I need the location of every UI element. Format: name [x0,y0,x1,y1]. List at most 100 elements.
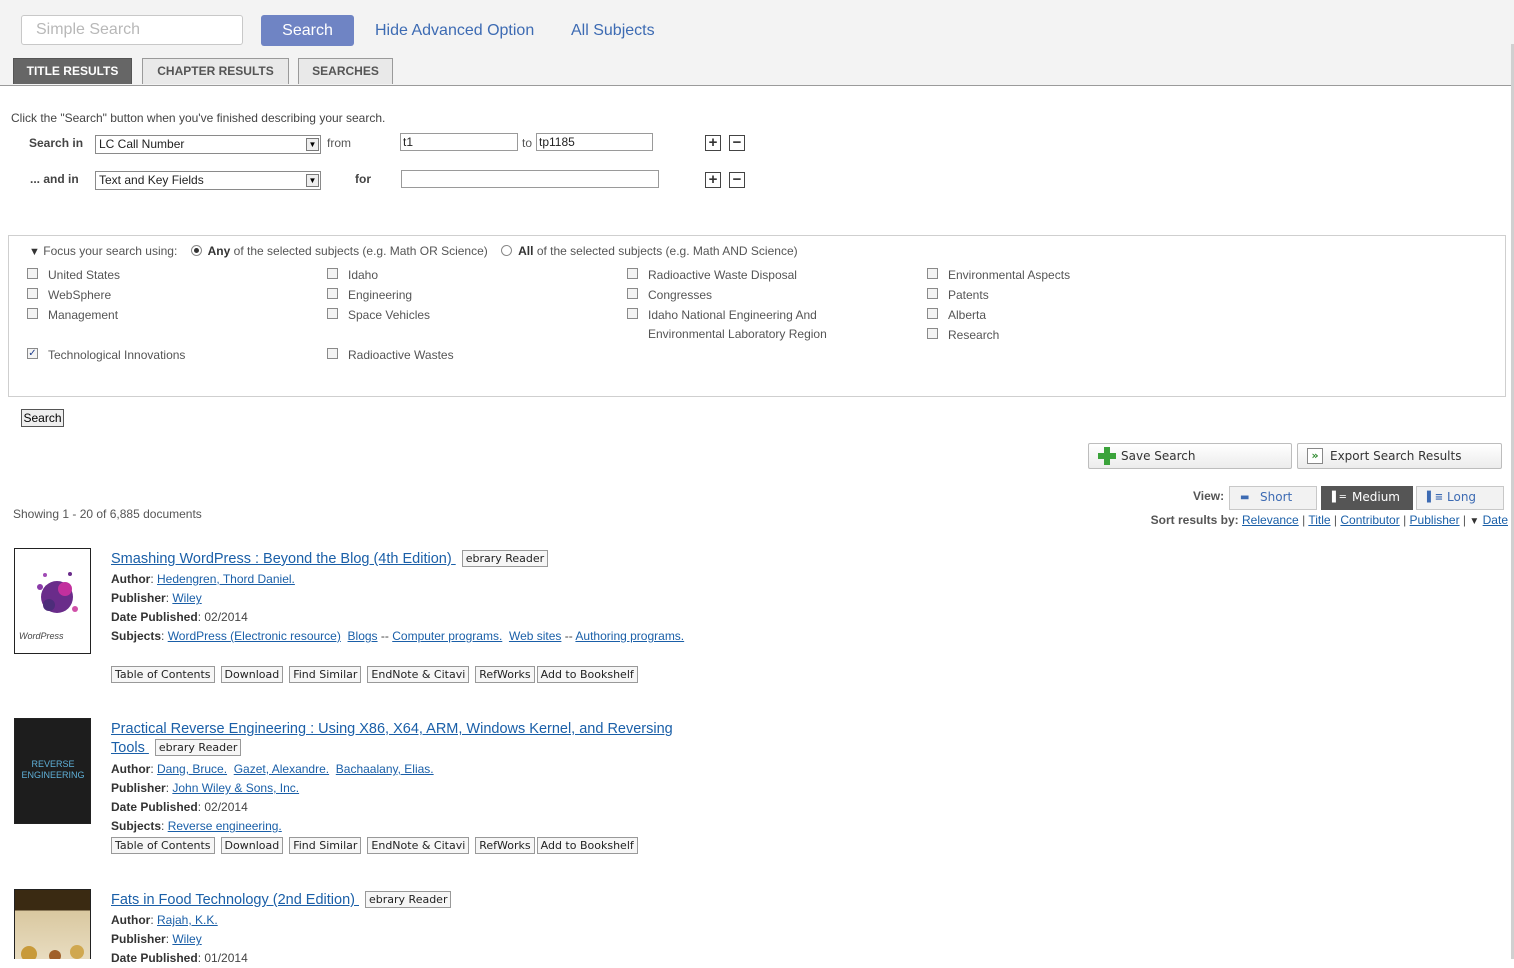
all-description: of the selected subjects (e.g. Math AND … [536,244,798,258]
book-cover[interactable]: REVERSE ENGINEERING [14,718,91,824]
and-in-field-select[interactable]: Text and Key Fields ▼ [95,171,321,190]
result-title: Fats in Food Technology (2nd Edition) eb… [111,891,711,910]
subject-checkbox[interactable] [327,308,338,319]
subject-label: Technological Innovations [48,348,186,362]
view-medium-label: Medium [1352,490,1400,504]
subject-checkbox[interactable] [927,328,938,339]
results-count: Showing 1 - 20 of 6,885 documents [13,507,202,521]
book-cover[interactable] [14,889,91,959]
subject-checkbox[interactable] [27,288,38,299]
subject-checkbox[interactable] [627,288,638,299]
all-subjects-link[interactable]: All Subjects [571,22,655,40]
view-long-button[interactable]: ▌≡ Long [1416,486,1504,510]
publisher-label: Publisher [111,932,166,946]
subject-link[interactable]: Blogs [348,629,378,643]
publisher-link[interactable]: Wiley [172,932,201,946]
save-search-button[interactable]: Save Search [1088,443,1292,469]
result-author-line: Author: Dang, Bruce. Gazet, Alexandre. B… [111,762,434,776]
result-subjects-line: Subjects: WordPress (Electronic resource… [111,629,685,643]
ebrary-reader-button[interactable]: ebrary Reader [154,739,242,756]
subject-link[interactable]: Authoring programs. [575,629,684,643]
add-to-bookshelf-button[interactable]: Add to Bookshelf [536,837,638,854]
subject-checkbox[interactable] [927,268,938,279]
endnote-citavi-button[interactable]: EndNote & Citavi [367,837,470,854]
view-short-button[interactable]: ▬ Short [1229,486,1317,510]
plus-icon [1098,447,1116,465]
add-row-icon[interactable]: + [705,172,721,188]
author-link[interactable]: Hedengren, Thord Daniel. [157,572,295,586]
publisher-label: Publisher [111,781,166,795]
publisher-link[interactable]: Wiley [172,591,201,605]
subject-checkbox[interactable] [327,268,338,279]
collapse-arrow-icon[interactable]: ▼ [29,246,40,258]
sort-date-link[interactable]: Date [1483,513,1508,527]
result-title-link[interactable]: Fats in Food Technology (2nd Edition) [111,892,355,908]
sort-title-link[interactable]: Title [1308,513,1330,527]
author-link[interactable]: Dang, Bruce. [157,762,227,776]
date-label: Date Published [111,610,198,624]
add-row-icon[interactable]: + [705,135,721,151]
subject-link[interactable]: WordPress (Electronic resource) [168,629,341,643]
subject-checkbox[interactable] [327,348,338,359]
add-to-bookshelf-button[interactable]: Add to Bookshelf [536,666,638,683]
subject-checkbox-checked[interactable]: ✓ [27,348,38,359]
sort-contributor-link[interactable]: Contributor [1340,513,1399,527]
search-hint: Click the "Search" button when you've fi… [11,111,386,125]
ebrary-reader-button[interactable]: ebrary Reader [365,891,452,908]
to-input[interactable] [536,133,653,151]
subject-link[interactable]: Computer programs. [392,629,502,643]
publisher-link[interactable]: John Wiley & Sons, Inc. [172,781,299,795]
subject-checkbox[interactable] [927,288,938,299]
for-input[interactable] [401,170,659,188]
author-link[interactable]: Bachaalany, Elias. [336,762,434,776]
any-radio[interactable] [190,245,202,256]
view-long-label: Long [1447,490,1477,504]
remove-row-icon[interactable]: − [729,135,745,151]
all-radio[interactable] [501,245,513,256]
tab-title-results[interactable]: TITLE RESULTS [13,58,132,84]
ebrary-reader-button[interactable]: ebrary Reader [461,550,549,567]
subject-checkbox[interactable] [27,308,38,319]
author-link[interactable]: Rajah, K.K. [157,913,218,927]
table-of-contents-button[interactable]: Table of Contents [111,837,215,854]
advanced-search-submit-button[interactable]: Search [21,409,64,427]
subject-checkbox[interactable] [927,308,938,319]
search-in-field-select[interactable]: LC Call Number ▼ [95,135,321,154]
subject-link[interactable]: Web sites [509,629,561,643]
sort-publisher-link[interactable]: Publisher [1410,513,1460,527]
export-icon: » [1307,448,1323,464]
view-medium-button[interactable]: ▌═ Medium [1321,486,1413,510]
subject-link[interactable]: Reverse engineering. [168,819,282,833]
result-title-link[interactable]: Smashing WordPress : Beyond the Blog (4t… [111,551,452,567]
chevron-down-icon: ▼ [306,138,319,151]
find-similar-button[interactable]: Find Similar [289,666,362,683]
refworks-button[interactable]: RefWorks [475,837,535,854]
tab-chapter-results[interactable]: CHAPTER RESULTS [142,58,289,84]
refworks-button[interactable]: RefWorks [475,666,535,683]
author-link[interactable]: Gazet, Alexandre. [234,762,329,776]
focus-lead-text: Focus your search using: [43,244,178,258]
find-similar-button[interactable]: Find Similar [289,837,362,854]
top-bar: Search Hide Advanced Option All Subjects… [0,0,1514,86]
download-button[interactable]: Download [220,666,284,683]
simple-search-input[interactable] [21,15,243,45]
search-button[interactable]: Search [261,15,354,46]
hide-advanced-option-link[interactable]: Hide Advanced Option [375,22,534,40]
export-search-results-button[interactable]: » Export Search Results [1297,443,1502,469]
subject-checkbox[interactable] [27,268,38,279]
subject-checkbox[interactable] [327,288,338,299]
date-label: Date Published [111,800,198,814]
subject-checkbox[interactable] [627,308,638,319]
download-button[interactable]: Download [220,837,284,854]
remove-row-icon[interactable]: − [729,172,745,188]
tab-searches[interactable]: SEARCHES [298,58,393,84]
subject-checkbox[interactable] [627,268,638,279]
table-of-contents-button[interactable]: Table of Contents [111,666,215,683]
book-cover[interactable]: WordPress [14,548,91,654]
sort-relevance-link[interactable]: Relevance [1242,513,1299,527]
endnote-citavi-button[interactable]: EndNote & Citavi [367,666,470,683]
export-label: Export Search Results [1330,449,1462,463]
from-input[interactable] [400,133,518,151]
date-value: 02/2014 [204,610,248,624]
date-value: 02/2014 [204,800,248,814]
